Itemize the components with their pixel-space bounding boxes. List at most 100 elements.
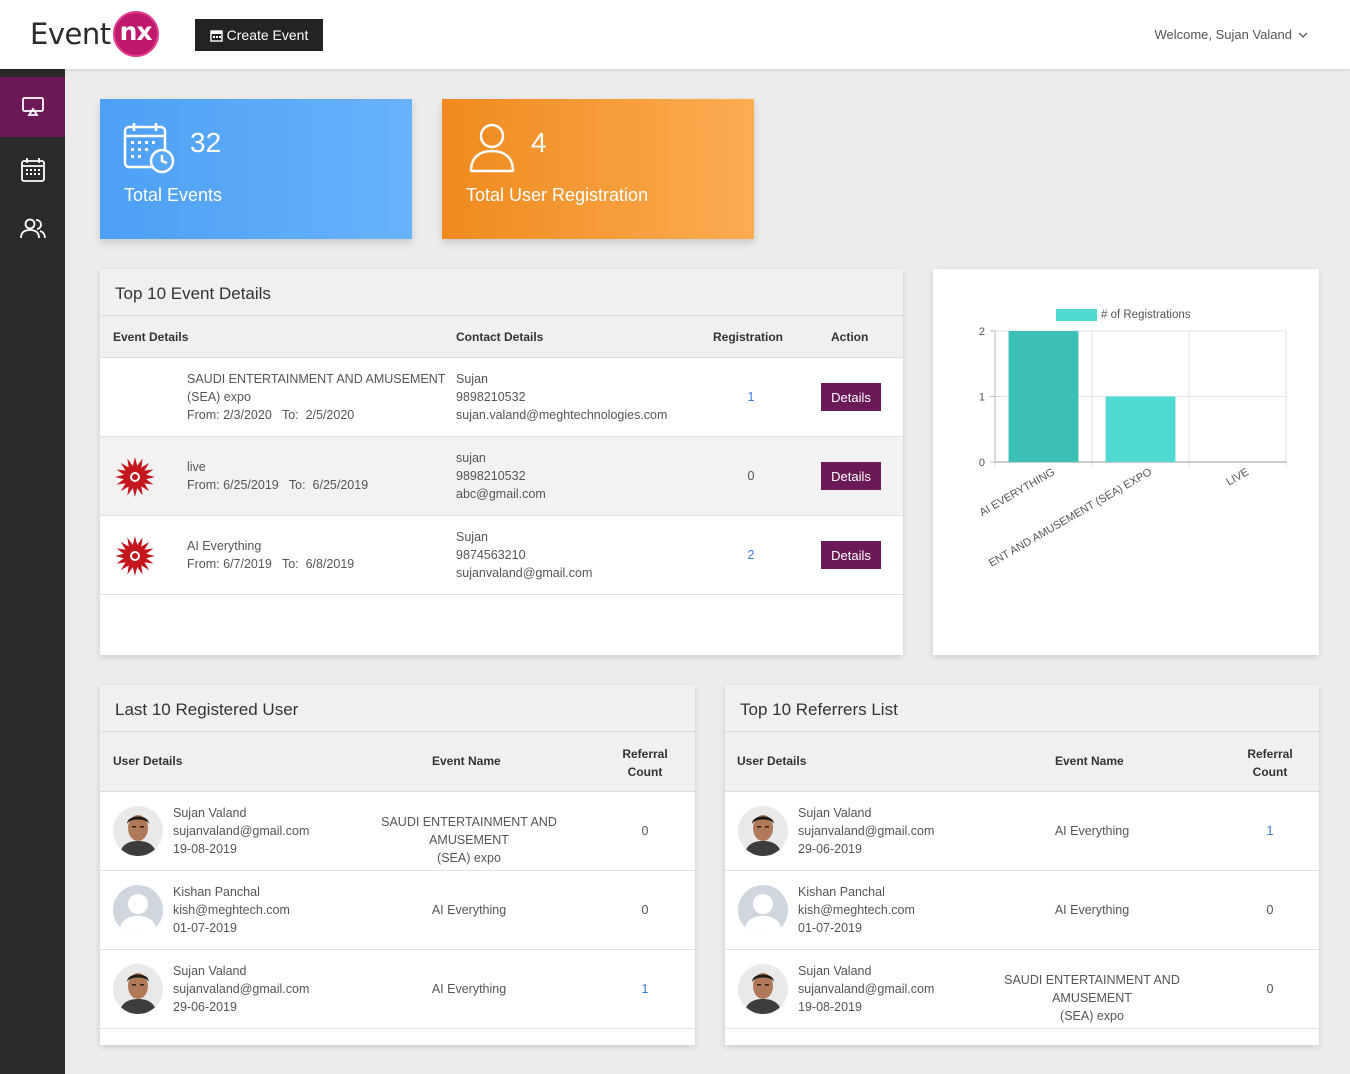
table-row: Sujan Valand sujanvaland@gmail.com 29-06-2… xyxy=(100,950,695,1029)
user-date: 29-06-2019 xyxy=(798,842,862,856)
user-info: Sujan Valand sujanvaland@gmail.com 29-06-2… xyxy=(173,962,309,1016)
x-tick-label: AI EVERYTHING xyxy=(978,466,1057,519)
sidebar-item-dashboard[interactable] xyxy=(0,77,65,137)
user-name: Sujan Valand xyxy=(173,806,247,820)
table-row: AI Everything From: 6/7/2019 To: 6/8/2019… xyxy=(100,516,903,595)
referral-count: 0 xyxy=(641,824,649,838)
user-menu[interactable]: Welcome, Sujan Valand xyxy=(1154,27,1308,42)
logo-text: Event xyxy=(30,17,111,51)
user-name: Sujan Valand xyxy=(798,806,872,820)
contact-info: sujan 9898210532 abc@gmail.com xyxy=(456,451,546,501)
avatar xyxy=(113,885,163,935)
referral-count[interactable]: 1 xyxy=(1230,822,1310,840)
avatar xyxy=(738,806,788,856)
event-logo-sun-icon xyxy=(114,456,156,503)
chart-bar xyxy=(1105,396,1176,462)
user-info: Sujan Valand sujanvaland@gmail.com 19-08-2… xyxy=(798,962,934,1016)
total-events-label: Total Events xyxy=(124,185,223,205)
user-date: 01-07-2019 xyxy=(173,921,237,935)
create-event-label: Create Event xyxy=(226,27,309,43)
registration-count[interactable]: 1 xyxy=(712,388,790,406)
event-logo-sun-icon xyxy=(114,535,156,582)
top-events-header: Event Details Contact Details Registrati… xyxy=(100,316,903,358)
table-row: Sujan Valand sujanvaland@gmail.com 19-08-2… xyxy=(100,792,695,871)
contact-info: Sujan 9874563210 sujanvaland@gmail.com xyxy=(456,530,593,580)
table-row: Kishan Panchal kish@meghtech.com 01-07-201… xyxy=(725,871,1319,950)
col-referral-count: Referral Count xyxy=(622,747,668,779)
user-info: Kishan Panchal kish@meghtech.com 01-07-201… xyxy=(173,883,290,937)
user-email: sujanvaland@gmail.com xyxy=(798,824,935,838)
logo-badge: nx xyxy=(112,10,160,58)
referrers-title: Top 10 Referrers List xyxy=(725,685,1319,732)
dashboard-icon xyxy=(21,97,44,116)
user-name: Kishan Panchal xyxy=(798,885,885,899)
referral-count: 0 xyxy=(1266,903,1274,917)
eventnx-logo[interactable]: Event nx xyxy=(30,10,160,58)
details-button[interactable]: Details xyxy=(821,462,881,490)
details-button[interactable]: Details xyxy=(821,541,881,569)
registrations-bar-chart: 0 1 2 AI EVERYTHINGENT AND AMUSEMENT (SEA) … xyxy=(978,309,1287,570)
calendar-icon xyxy=(209,29,223,42)
details-button[interactable]: Details xyxy=(821,383,881,411)
user-name: Sujan Valand xyxy=(173,964,247,978)
legend-label: # of Registrations xyxy=(1101,309,1191,321)
table-row: SAUDI ENTERTAINMENT AND AMUSEMENT (SEA) e… xyxy=(100,358,903,437)
user-name: Sujan Valand xyxy=(798,964,872,978)
avatar xyxy=(738,964,788,1014)
avatar xyxy=(113,806,163,856)
user-date: 01-07-2019 xyxy=(798,921,862,935)
table-row: live From: 6/25/2019 To: 6/25/2019 sujan 9… xyxy=(100,437,903,516)
user-info: Kishan Panchal kish@meghtech.com 01-07-201… xyxy=(798,883,915,937)
top-events-card: Top 10 Event Details Event Details Conta… xyxy=(100,269,903,655)
total-events-card[interactable]: 32 Total Events xyxy=(100,99,412,239)
user-info: Sujan Valand sujanvaland@gmail.com 29-06-2… xyxy=(798,804,934,858)
referral-count[interactable]: 1 xyxy=(605,980,685,998)
referrers-card: Top 10 Referrers List User Details Event… xyxy=(725,685,1319,1045)
user-date: 29-06-2019 xyxy=(173,1000,237,1014)
avatar xyxy=(113,964,163,1014)
referrers-header: User Details Event Name Referral Count xyxy=(725,732,1319,792)
col-user-details: User Details xyxy=(737,754,807,768)
total-events-value: 32 xyxy=(190,127,222,158)
table-row: Sujan Valand sujanvaland@gmail.com 29-06-2… xyxy=(725,792,1319,871)
sidebar-item-events[interactable] xyxy=(0,140,65,200)
total-registration-value: 4 xyxy=(531,127,547,158)
user-email: sujanvaland@gmail.com xyxy=(173,982,310,996)
event-name: SAUDI ENTERTAINMENT AND AMUSEMENT (SEA) e… xyxy=(381,815,557,865)
referral-count: 0 xyxy=(1266,982,1274,996)
logo-badge-text: nx xyxy=(119,17,153,46)
create-event-button[interactable]: Create Event xyxy=(195,19,323,51)
sidebar-item-users[interactable] xyxy=(0,199,65,259)
total-registration-label: Total User Registration xyxy=(466,185,649,205)
registration-count: 0 xyxy=(747,469,755,483)
event-name: AI Everything xyxy=(431,982,507,996)
y-tick-label: 1 xyxy=(979,392,985,404)
registrations-chart-card: 0 1 2 AI EVERYTHING ENT AND AMUSEMENT (SEA) … xyxy=(933,269,1319,655)
legend-swatch xyxy=(1056,309,1097,321)
user-icon xyxy=(469,123,515,173)
col-contact-details: Contact Details xyxy=(456,330,544,344)
y-tick-label: 2 xyxy=(979,326,985,338)
user-email: sujanvaland@gmail.com xyxy=(798,982,935,996)
user-date: 19-08-2019 xyxy=(798,1000,862,1014)
registration-count[interactable]: 2 xyxy=(712,546,790,564)
col-event-name: Event Name xyxy=(432,754,501,768)
table-row: Kishan Panchal kish@meghtech.com 01-07-201… xyxy=(100,871,695,950)
avatar xyxy=(738,885,788,935)
referral-count: 0 xyxy=(641,903,649,917)
event-name: SAUDI ENTERTAINMENT AND AMUSEMENT (SEA) e… xyxy=(187,372,446,422)
calendar-icon xyxy=(20,158,45,182)
y-tick-label: 0 xyxy=(979,457,985,469)
user-email: kish@meghtech.com xyxy=(173,903,290,917)
col-registration: Registration xyxy=(713,330,784,344)
event-name: SAUDI ENTERTAINMENT AND AMUSEMENT (SEA) e… xyxy=(1004,973,1180,1023)
event-name: AI Everything xyxy=(431,903,507,917)
total-registration-card[interactable]: 4 Total User Registration xyxy=(442,99,754,239)
user-date: 19-08-2019 xyxy=(173,842,237,856)
calendar-clock-icon xyxy=(123,123,175,174)
col-action: Action xyxy=(831,330,869,344)
event-name: AI Everything xyxy=(1054,903,1130,917)
last-users-title: Last 10 Registered User xyxy=(100,685,695,732)
sidebar xyxy=(0,69,65,1074)
chart-bar xyxy=(1008,331,1079,462)
